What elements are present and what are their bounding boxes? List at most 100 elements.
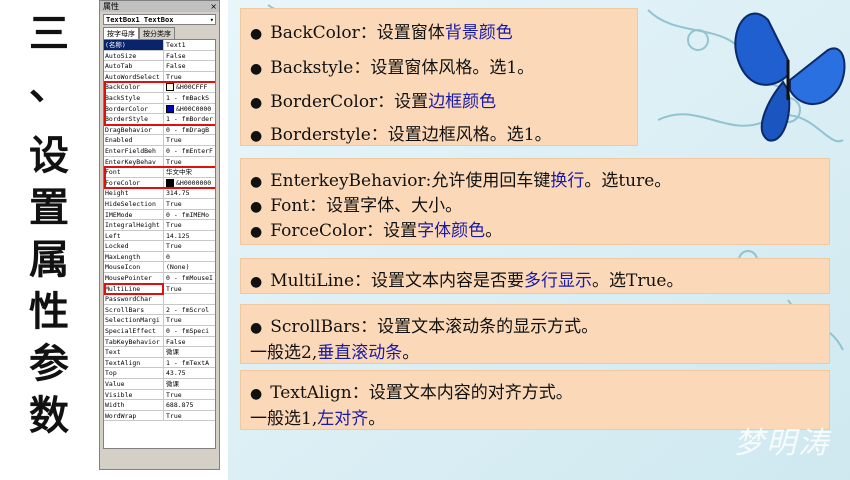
property-value[interactable]	[164, 294, 215, 304]
property-row[interactable]: AutoTab False	[104, 61, 215, 72]
property-value[interactable]: 1 - fmTextA	[164, 358, 215, 368]
property-name: Font	[104, 167, 164, 177]
properties-titlebar[interactable]: 属性 ×	[100, 1, 219, 12]
property-row[interactable]: Locked True	[104, 241, 215, 252]
property-value[interactable]: False	[164, 337, 215, 347]
property-row[interactable]: AutoWordSelect True	[104, 71, 215, 83]
property-row[interactable]: Top 43.75	[104, 368, 215, 379]
property-value[interactable]: Text1	[164, 40, 215, 50]
box5-line1: ● TextAlign：设置文本内容的对齐方式。	[250, 383, 573, 403]
property-value[interactable]: 14.125	[164, 231, 215, 241]
property-name: AutoTab	[104, 61, 164, 71]
property-value[interactable]: &H00C0000	[164, 104, 215, 114]
box5-line2: 一般选1,左对齐。	[250, 409, 386, 429]
property-value-text: &H0000000	[176, 178, 212, 187]
property-value[interactable]: 1 - fmBackS	[164, 93, 215, 103]
property-row[interactable]: BorderColor &H00C0000	[104, 103, 215, 115]
property-value-text: True	[166, 390, 182, 399]
property-value[interactable]: 0 - fmDragB	[164, 125, 215, 135]
property-row[interactable]: AutoSize False	[104, 50, 215, 62]
title-char: 设	[29, 132, 69, 179]
property-row[interactable]: Value 微课	[104, 379, 215, 390]
property-value[interactable]: 0 - fmEnterF	[164, 146, 215, 156]
property-value[interactable]: 2 - fmScrol	[164, 305, 215, 315]
property-value[interactable]: 1 - fmBorder	[164, 114, 215, 124]
property-value-text: False	[166, 51, 186, 60]
property-row[interactable]: BackColor &H00CFFF	[104, 82, 215, 93]
property-value[interactable]: 微课	[164, 347, 215, 357]
property-row[interactable]: Enabled True	[104, 135, 215, 146]
property-row[interactable]: (名称) Text1	[104, 40, 215, 51]
property-value[interactable]: True	[164, 220, 215, 230]
property-value[interactable]: 0	[164, 252, 215, 262]
property-value[interactable]: 688.875	[164, 400, 215, 410]
property-row[interactable]: MouseIcon (None)	[104, 262, 215, 274]
tab-alphabetic[interactable]: 按字母序	[103, 27, 139, 39]
property-row[interactable]: BackStyle 1 - fmBackS	[104, 92, 215, 104]
property-value-text: 微课	[166, 380, 179, 388]
property-row[interactable]: TextAlign 1 - fmTextA	[104, 357, 215, 369]
property-row[interactable]: DragBehavior 0 - fmDragB	[104, 124, 215, 136]
box2-line: ● EnterkeyBehavior:允许使用回车键换行。选ture。	[250, 171, 672, 191]
property-row[interactable]: EnterKeyBehav True	[104, 156, 215, 168]
property-row[interactable]: MaxLength 0	[104, 251, 215, 263]
property-row[interactable]: Left 14.125	[104, 230, 215, 242]
property-row[interactable]: MousePointer 0 - fmMouseI	[104, 273, 215, 284]
property-value[interactable]: False	[164, 61, 215, 71]
object-selector[interactable]: TextBox1 TextBox ▾	[103, 14, 216, 25]
property-row[interactable]: ScrollBars 2 - fmScrol	[104, 304, 215, 316]
tab-categorized[interactable]: 按分类序	[139, 27, 175, 39]
property-row[interactable]: PasswordChar	[104, 294, 215, 305]
property-value[interactable]: 0 - fmMouseI	[164, 273, 215, 283]
box1-line: ● BackColor：设置窗体背景颜色	[250, 23, 513, 43]
property-value[interactable]: True	[164, 157, 215, 167]
property-row[interactable]: HideSelection True	[104, 198, 215, 210]
box1-line: ● Backstyle：设置窗体风格。选1。	[250, 58, 535, 78]
property-value[interactable]: True	[164, 411, 215, 421]
property-row[interactable]: Height 314.75	[104, 188, 215, 199]
property-row[interactable]: EnterFieldBeh 0 - fmEnterF	[104, 145, 215, 157]
property-value[interactable]: False	[164, 51, 215, 61]
property-name: BackStyle	[104, 92, 164, 103]
property-value[interactable]: 微课	[164, 379, 215, 389]
property-row[interactable]: BorderStyle 1 - fmBorder	[104, 114, 215, 125]
close-icon[interactable]: ×	[210, 1, 217, 12]
title-char: 、	[29, 62, 69, 109]
property-value[interactable]: 43.75	[164, 368, 215, 378]
property-name: HideSelection	[104, 198, 164, 209]
property-row[interactable]: WordWrap True	[104, 410, 215, 422]
property-value[interactable]: True	[164, 72, 215, 82]
property-row[interactable]: IntegralHeight True	[104, 220, 215, 231]
property-row[interactable]: SelectionMargi True	[104, 315, 215, 327]
property-value[interactable]: 华文中宋	[164, 167, 215, 177]
property-name: WordWrap	[104, 410, 164, 421]
box4-line1: ● ScrollBars：设置文本滚动条的显示方式。	[250, 317, 599, 337]
property-value[interactable]: True	[164, 241, 215, 251]
property-value[interactable]: (None)	[164, 262, 215, 272]
property-row[interactable]: TabKeyBehavior False	[104, 336, 215, 348]
property-row[interactable]: Width 688.875	[104, 400, 215, 411]
property-value[interactable]: True	[164, 135, 215, 145]
property-value[interactable]: &H00CFFF	[164, 82, 215, 92]
property-value-text: 2 - fmScrol	[166, 305, 210, 314]
property-row[interactable]: SpecialEffect 0 - fmSpeci	[104, 326, 215, 337]
property-row[interactable]: MultiLine True	[104, 283, 215, 295]
chevron-down-icon[interactable]: ▾	[210, 15, 214, 26]
property-value-text: 微课	[166, 348, 179, 357]
property-name: ScrollBars	[104, 304, 164, 315]
property-value[interactable]: 0 - fmSpeci	[164, 326, 215, 336]
property-value[interactable]: True	[164, 284, 215, 294]
property-value[interactable]: 314.75	[164, 188, 215, 198]
property-row[interactable]: Visible True	[104, 389, 215, 401]
property-value-text: 0	[166, 252, 170, 261]
property-row[interactable]: Font 华文中宋	[104, 167, 215, 178]
property-value[interactable]: True	[164, 199, 215, 209]
property-row[interactable]: ForeColor &H0000000	[104, 177, 215, 189]
properties-window: 属性 × TextBox1 TextBox ▾ 按字母序 按分类序 (名称) Te…	[99, 0, 220, 470]
property-row[interactable]: Text 微课	[104, 347, 215, 358]
property-value[interactable]: &H0000000	[164, 178, 215, 188]
property-value[interactable]: 0 - fmIMEMo	[164, 210, 215, 220]
property-value[interactable]: True	[164, 390, 215, 400]
property-value[interactable]: True	[164, 315, 215, 325]
property-row[interactable]: IMEMode 0 - fmIMEMo	[104, 209, 215, 221]
